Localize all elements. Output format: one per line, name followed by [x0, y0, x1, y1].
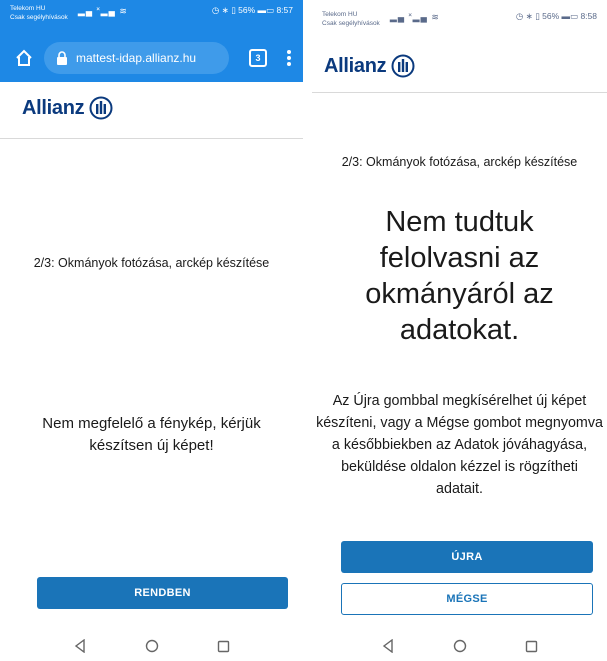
home-circle-icon[interactable]: [144, 638, 160, 654]
status-bar: Telekom HU Csak segélyhívások ▂▄ ˟▂▄ ≋ ◷…: [312, 6, 607, 36]
error-heading: Nem tudtuk felolvasni az okmányáról az a…: [365, 206, 554, 346]
allianz-emblem-icon: [89, 96, 113, 120]
carrier-info: Telekom HU Csak segélyhívások: [322, 10, 380, 28]
brand-name: Allianz: [324, 54, 387, 77]
back-icon[interactable]: [380, 638, 396, 654]
home-icon[interactable]: [10, 44, 38, 72]
tab-switcher-button[interactable]: 3: [249, 49, 267, 67]
status-indicators: ◷ ∗ ▯ 56% ▬▭ 8:58: [515, 11, 597, 21]
more-menu-icon[interactable]: [285, 48, 293, 68]
error-message: Nem megfelelő a fénykép, kérjük készítse…: [42, 415, 261, 454]
carrier-name: Telekom HU: [322, 11, 358, 18]
allianz-logo: Allianz: [324, 54, 415, 78]
status-indicators: ◷ ∗ ▯ 56% ▬▭ 8:57: [211, 5, 293, 15]
error-description: Az Újra gombbal megkísérelhet új képet k…: [316, 393, 603, 497]
retry-button[interactable]: ÚJRA: [341, 541, 593, 573]
right-phone-screen: Telekom HU Csak segélyhívások ▂▄ ˟▂▄ ≋ ◷…: [312, 0, 607, 661]
home-circle-icon[interactable]: [452, 638, 468, 654]
recents-icon[interactable]: [216, 638, 232, 654]
browser-toolbar: mattest-idap.allianz.hu 3: [0, 34, 303, 82]
brand-name: Allianz: [22, 96, 85, 119]
status-bar: Telekom HU Csak segélyhívások ▂▄ ˟▂▄ ≋ ◷…: [0, 0, 303, 34]
allianz-logo: Allianz: [22, 96, 113, 120]
header-divider: [0, 138, 303, 139]
cancel-button[interactable]: MÉGSE: [341, 583, 593, 615]
carrier-info: Telekom HU Csak segélyhívások: [10, 4, 68, 22]
lock-icon: [56, 51, 68, 65]
android-nav-bar: [312, 631, 607, 661]
android-nav-bar: [0, 631, 303, 661]
signal-icon: ▂▄ ˟▂▄ ≋: [389, 12, 440, 22]
signal-icon: ▂▄ ˟▂▄ ≋: [77, 6, 128, 16]
carrier-name: Telekom HU: [10, 5, 46, 12]
header-divider: [312, 92, 607, 93]
back-icon[interactable]: [72, 638, 88, 654]
left-phone-screen: Telekom HU Csak segélyhívások ▂▄ ˟▂▄ ≋ ◷…: [0, 0, 303, 661]
ok-button[interactable]: RENDBEN: [37, 577, 288, 609]
step-indicator: 2/3: Okmányok fotózása, arckép készítése: [341, 155, 578, 169]
address-bar[interactable]: mattest-idap.allianz.hu: [44, 42, 229, 74]
carrier-status: Csak segélyhívások: [10, 14, 68, 21]
allianz-emblem-icon: [391, 54, 415, 78]
step-indicator: 2/3: Okmányok fotózása, arckép készítése: [33, 256, 270, 270]
carrier-status: Csak segélyhívások: [322, 20, 380, 27]
recents-icon[interactable]: [524, 638, 540, 654]
url-text: mattest-idap.allianz.hu: [76, 51, 197, 65]
